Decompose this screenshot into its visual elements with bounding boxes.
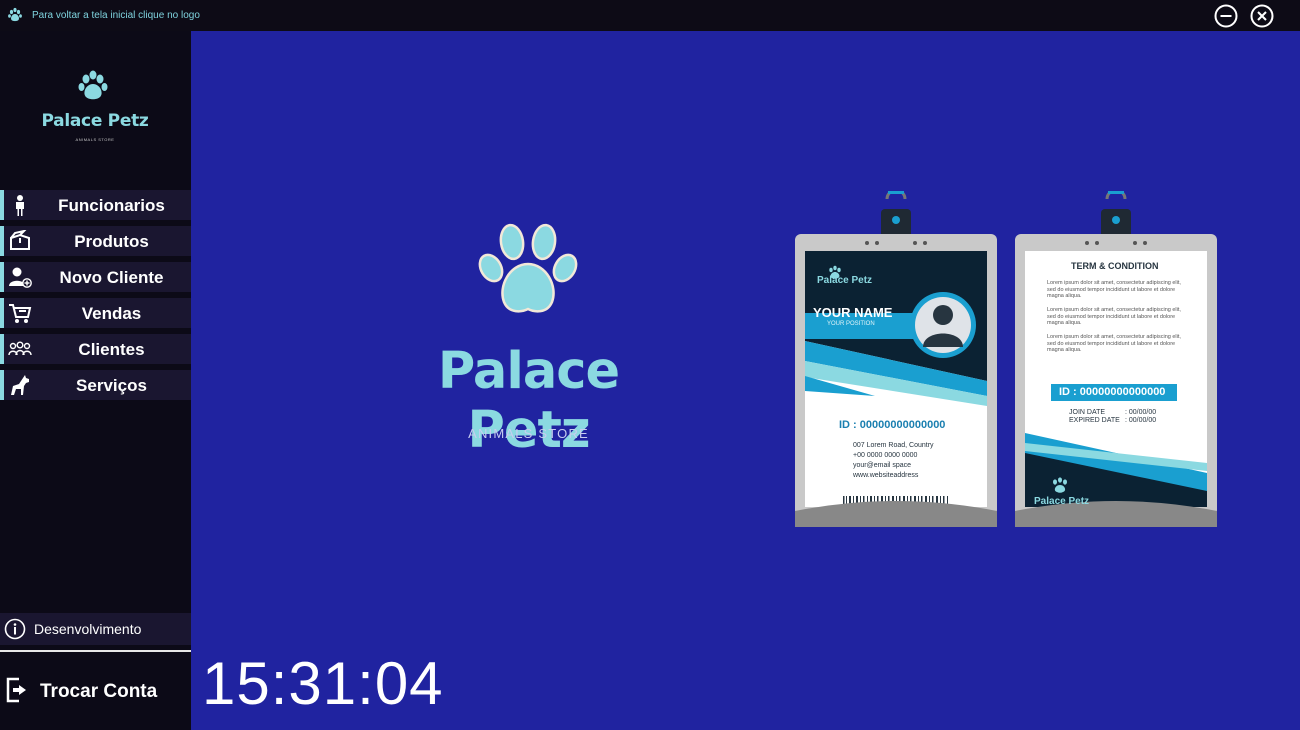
clock: 15:31:04: [202, 650, 444, 717]
logo-name: Palace Petz: [41, 111, 149, 131]
join-date-label: JOIN DATE: [1069, 409, 1106, 416]
title-bar: Para voltar a tela inicial clique no log…: [0, 0, 1300, 31]
paw-icon: [78, 70, 108, 100]
nav-item-clientes[interactable]: Clientes: [0, 334, 191, 364]
paw-icon: [478, 223, 578, 313]
badge-back-id: ID : 00000000000000: [1059, 386, 1166, 398]
nav-item-servicos[interactable]: Serviços: [0, 370, 191, 400]
nav-item-label: Funcionarios: [58, 196, 165, 215]
home-hint-text: Para voltar a tela inicial clique no log…: [32, 10, 200, 21]
badge-email: your@email space: [853, 462, 912, 469]
switch-account-label: Trocar Conta: [40, 681, 158, 702]
brand-subtitle: ANIMALS STORE: [468, 426, 589, 441]
nav-item-label: Serviços: [76, 376, 147, 395]
dog-icon: [8, 374, 32, 396]
badge-name: YOUR NAME: [813, 305, 893, 320]
minus-circle-icon: [1214, 4, 1238, 28]
brand-name: Palace Petz: [437, 342, 620, 460]
info-icon: [4, 618, 26, 640]
terms-item: Lorem ipsum dolor sit amet, consectetur …: [1047, 280, 1181, 299]
switch-account-button[interactable]: Trocar Conta: [0, 671, 191, 711]
main-content: Palace Petz ANIMALS STORE Palace Petz YO…: [191, 31, 1300, 730]
nav-item-novo-cliente[interactable]: Novo Cliente: [0, 262, 191, 292]
person-icon: [8, 194, 32, 216]
logo-subtitle: ANIMALS STORE: [75, 137, 115, 142]
badge-phone: +00 0000 0000 0000: [853, 452, 918, 459]
terms-item: Lorem ipsum dolor sit amet, consectetur …: [1047, 334, 1181, 353]
id-badge-back: TERM & CONDITION Lorem ipsum dolor sit a…: [1015, 191, 1217, 527]
badge-back-illustration: [1015, 191, 1217, 527]
cart-icon: [8, 302, 32, 324]
close-button[interactable]: [1250, 4, 1274, 28]
nav-item-label: Produtos: [74, 232, 149, 251]
badge-back-brand: Palace Petz: [1034, 496, 1090, 507]
development-info-button[interactable]: Desenvolvimento: [0, 613, 191, 645]
badge-position: YOUR POSITION: [827, 321, 875, 327]
badge-address: 007 Lorem Road, Country: [853, 442, 934, 449]
nav-item-label: Novo Cliente: [59, 268, 164, 287]
terms-heading: TERM & CONDITION: [1071, 261, 1159, 271]
nav-item-label: Vendas: [81, 304, 142, 323]
add-user-icon: [8, 266, 32, 288]
sidebar-divider: [0, 650, 191, 652]
group-icon: [8, 338, 32, 360]
logout-icon: [6, 677, 26, 703]
nav-item-vendas[interactable]: Vendas: [0, 298, 191, 328]
development-label: Desenvolvimento: [34, 621, 142, 637]
badge-front-brand: Palace Petz: [817, 275, 873, 286]
join-date-value: : 00/00/00: [1125, 409, 1157, 416]
box-icon: [8, 229, 32, 252]
badge-web: www.websiteaddress: [853, 472, 919, 479]
nav-item-funcionarios[interactable]: Funcionarios: [0, 190, 191, 220]
x-circle-icon: [1250, 4, 1274, 28]
paw-icon: [8, 7, 22, 22]
id-badge-front: Palace Petz YOUR NAME YOUR POSITION ID :…: [795, 191, 997, 527]
terms-item: Lorem ipsum dolor sit amet, consectetur …: [1047, 307, 1181, 326]
main-nav: Funcionarios Produtos Novo Cliente Venda…: [0, 190, 191, 406]
home-logo-button[interactable]: Palace Petz ANIMALS STORE: [40, 69, 150, 149]
nav-item-label: Clientes: [78, 340, 145, 359]
minimize-button[interactable]: [1214, 4, 1238, 28]
expired-date-value: : 00/00/00: [1125, 417, 1157, 424]
badge-front-id: ID : 00000000000000: [839, 419, 946, 431]
expired-date-label: EXPIRED DATE: [1069, 417, 1120, 424]
nav-item-produtos[interactable]: Produtos: [0, 226, 191, 256]
sidebar: Palace Petz ANIMALS STORE Funcionarios P…: [0, 31, 191, 730]
